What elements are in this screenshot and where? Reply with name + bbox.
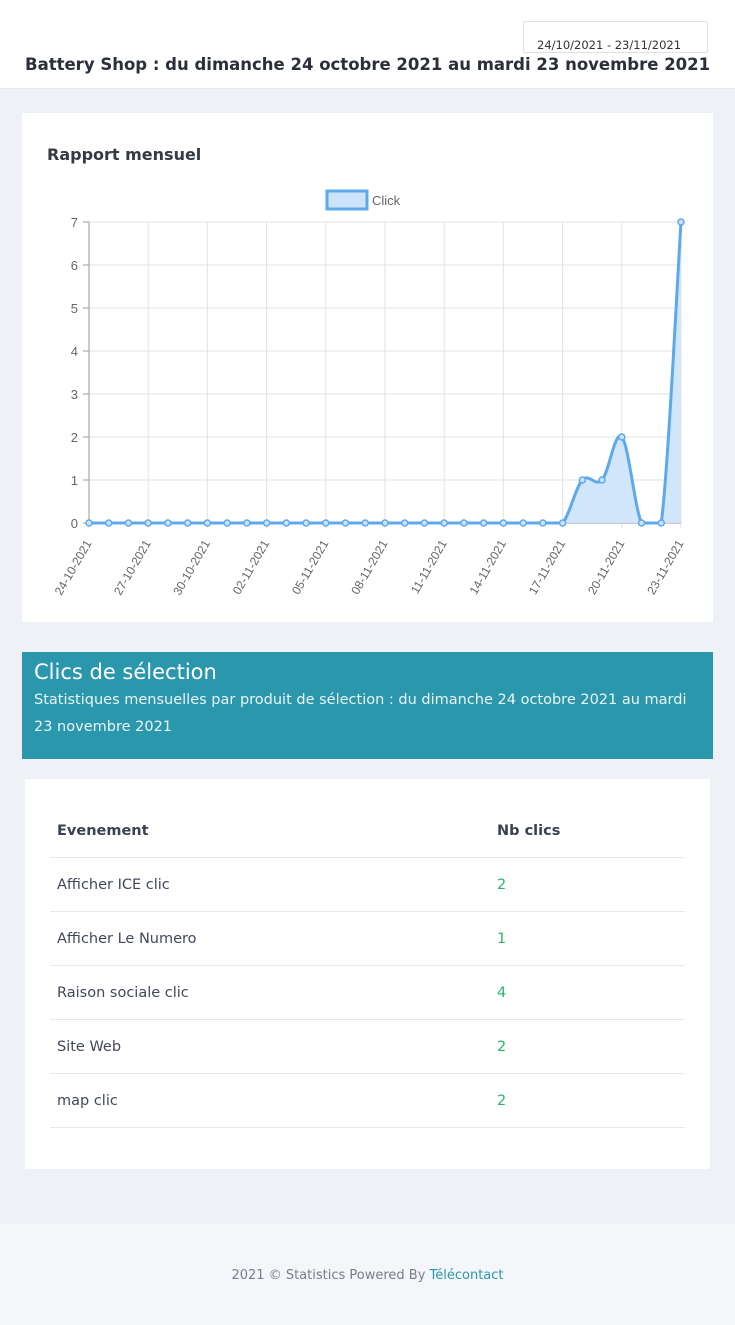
data-point [657, 519, 666, 527]
data-point [440, 519, 448, 527]
data-point [262, 519, 271, 527]
footer-copyright: 2021 © Statistics Powered By [231, 1268, 430, 1283]
click-count: 2 [490, 1073, 685, 1128]
y-tick-label: 3 [71, 387, 78, 402]
data-point [420, 519, 429, 527]
click-count: 1 [490, 911, 685, 966]
header: 24/10/2021 - 23/11/2021 Battery Shop : d… [0, 0, 735, 89]
data-point [282, 519, 291, 527]
data-point [519, 519, 527, 527]
data-point [381, 519, 389, 527]
x-tick-label: 24-10-2021 [52, 537, 95, 597]
data-point [104, 519, 113, 527]
clicks-chart: Click 0 1 2 3 4 5 6 7 24-10-2021 27-10-2021 30-10-2… [52, 189, 687, 598]
data-point [637, 519, 646, 527]
selection-title: Clics de sélection [34, 660, 217, 684]
data-point [618, 433, 626, 441]
data-point [243, 519, 251, 527]
page-title: Battery Shop : du dimanche 24 octobre 20… [25, 55, 711, 74]
y-tick-label: 1 [71, 473, 78, 488]
event-name: Afficher ICE clic [50, 857, 490, 912]
selection-table-card: Evenement Nb clics Afficher ICE clic 2 A… [25, 779, 710, 1169]
x-tick-label: 11-11-2021 [408, 537, 450, 596]
data-point [124, 519, 133, 527]
x-tick-label: 30-10-2021 [170, 537, 213, 597]
header-clicks: Nb clics [490, 804, 685, 858]
x-tick-label: 23-11-2021 [644, 537, 687, 597]
table-row: Afficher ICE clic 2 [50, 857, 685, 912]
table-header-row: Evenement Nb clics [50, 804, 685, 858]
y-tick-label: 2 [71, 430, 78, 445]
x-tick-label: 02-11-2021 [230, 537, 273, 597]
date-range-picker[interactable]: 24/10/2021 - 23/11/2021 [523, 21, 708, 53]
data-point [598, 476, 606, 484]
selection-banner: Clics de sélection Statistiques mensuell… [22, 652, 713, 759]
y-tick-label: 6 [71, 258, 78, 273]
data-point [341, 519, 350, 527]
y-tick-label: 5 [71, 301, 78, 316]
click-count: 4 [490, 965, 685, 1020]
click-count: 2 [490, 857, 685, 912]
event-name: Raison sociale clic [50, 965, 490, 1020]
legend-label: Click [372, 193, 401, 208]
x-tick-label: 27-10-2021 [111, 537, 154, 597]
event-name: Site Web [50, 1019, 490, 1074]
data-point [677, 218, 685, 226]
data-point [361, 519, 370, 527]
data-point [578, 476, 587, 484]
x-tick-label: 08-11-2021 [348, 537, 391, 597]
y-tick-label: 7 [71, 215, 78, 230]
data-point [223, 519, 231, 527]
data-point [183, 519, 192, 527]
data-point [302, 519, 310, 527]
data-point [144, 519, 152, 527]
header-event: Evenement [50, 804, 490, 858]
selection-table: Evenement Nb clics Afficher ICE clic 2 A… [50, 804, 685, 1128]
y-tick-label: 0 [71, 516, 78, 531]
data-point [499, 519, 508, 527]
data-point [203, 519, 212, 527]
data-point [400, 519, 409, 527]
data-point [539, 519, 547, 527]
x-tick-label: 20-11-2021 [585, 537, 628, 597]
data-point [558, 519, 567, 527]
data-point [322, 519, 330, 527]
event-name: Afficher Le Numero [50, 911, 490, 966]
data-point [164, 519, 172, 527]
x-tick-label: 17-11-2021 [526, 537, 569, 597]
table-row: Raison sociale clic 4 [50, 965, 685, 1020]
data-point [460, 519, 468, 527]
selection-subtitle: Statistiques mensuelles par produit de s… [34, 692, 687, 735]
click-count: 2 [490, 1019, 685, 1074]
data-point [85, 519, 93, 527]
footer-link[interactable]: Télécontact [430, 1268, 504, 1283]
footer: 2021 © Statistics Powered By Télécontact [0, 1224, 735, 1325]
table-row: Site Web 2 [50, 1019, 685, 1074]
data-point [479, 519, 488, 527]
event-name: map clic [50, 1073, 490, 1128]
table-row: map clic 2 [50, 1073, 685, 1128]
footer-text: 2021 © Statistics Powered By Télécontact [0, 1268, 735, 1283]
x-tick-label: 05-11-2021 [289, 537, 332, 597]
y-tick-label: 4 [71, 344, 78, 359]
legend-swatch [325, 189, 369, 211]
table-row: Afficher Le Numero 1 [50, 911, 685, 966]
x-tick-label: 14-11-2021 [467, 537, 510, 597]
monthly-report-card: Rapport mensuel Click 0 1 2 3 4 5 6 7 24-10-2021 2… [22, 113, 713, 622]
